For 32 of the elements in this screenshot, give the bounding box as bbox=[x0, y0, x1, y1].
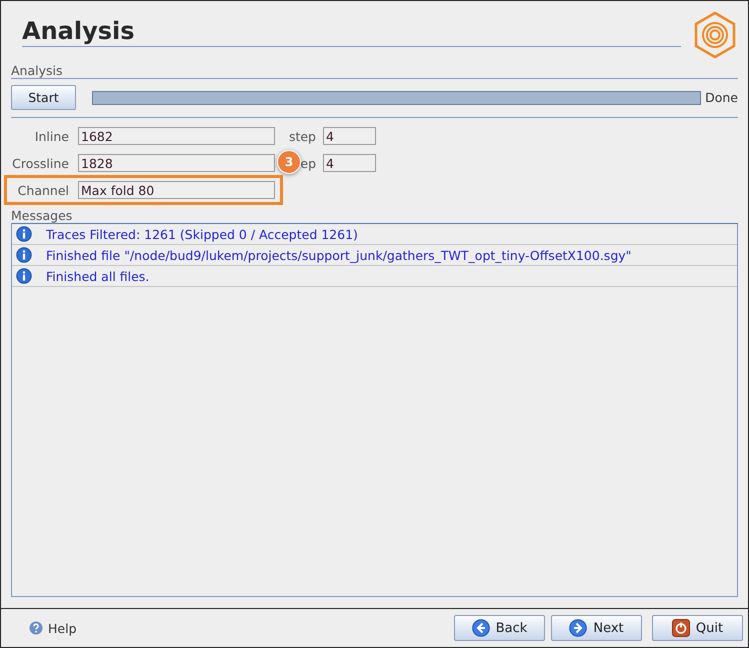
text-field[interactable]: 1828 bbox=[78, 154, 275, 172]
quit-button[interactable]: Quit bbox=[652, 615, 743, 641]
info-icon bbox=[16, 226, 32, 242]
help-icon bbox=[29, 621, 43, 635]
message-text: Finished file "/node/bud9/lukem/projects/support_junk/gathers_TWT_opt_tiny-OffsetX100.sgy" bbox=[46, 248, 632, 262]
page-title: Analysis bbox=[22, 16, 136, 46]
status-text: Done bbox=[705, 90, 738, 105]
next-button[interactable]: Next bbox=[551, 615, 642, 641]
text-field[interactable]: Max fold 80 bbox=[78, 181, 275, 199]
power-icon bbox=[672, 619, 690, 637]
info-icon bbox=[16, 268, 32, 284]
back-button[interactable]: Back bbox=[454, 615, 545, 641]
message-text: Finished all files. bbox=[46, 268, 150, 284]
message-text: Traces Filtered: 1261 (Skipped 0 / Accepted 1261) bbox=[46, 226, 358, 242]
start-button[interactable]: Start bbox=[11, 85, 76, 110]
step-field[interactable]: 4 bbox=[323, 154, 376, 172]
field-label: step bbox=[288, 128, 316, 144]
field-label: Inline bbox=[34, 128, 69, 144]
field-label: Channel bbox=[16, 182, 69, 198]
message-row[interactable]: Traces Filtered: 1261 (Skipped 0 / Accepted 1261) bbox=[12, 224, 737, 245]
field-label: Crossline bbox=[11, 156, 69, 170]
section-label: Analysis bbox=[11, 63, 64, 78]
callout-badge: 3 bbox=[277, 150, 301, 174]
help-link[interactable]: Help bbox=[48, 620, 76, 636]
section-label: Messages bbox=[11, 208, 74, 223]
message-row[interactable]: Finished all files. bbox=[12, 266, 737, 287]
field-label: ep bbox=[300, 156, 316, 170]
message-row[interactable]: Finished file "/node/bud9/lukem/projects/support_junk/gathers_TWT_opt_tiny-OffsetX100.sgy" bbox=[12, 245, 737, 266]
step-field[interactable]: 4 bbox=[323, 127, 376, 145]
text-field[interactable]: 1682 bbox=[78, 127, 275, 145]
info-icon bbox=[16, 247, 32, 263]
hexagon-logo-icon bbox=[693, 11, 737, 59]
